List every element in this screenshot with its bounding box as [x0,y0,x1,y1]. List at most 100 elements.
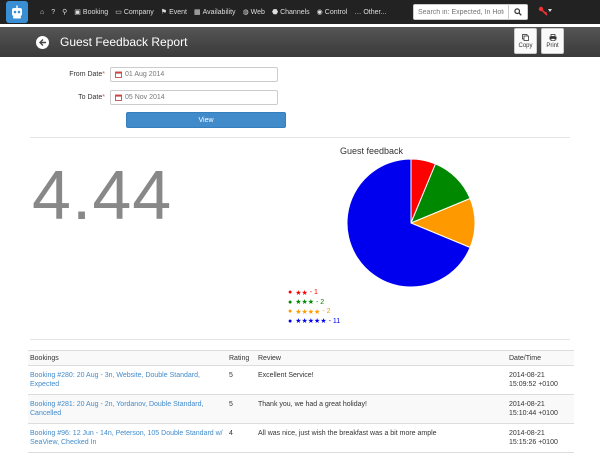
nav-item-control[interactable]: ◉ Control [317,8,348,17]
nav-item-other[interactable]: … Other... [354,9,386,16]
table-row: Booking #280: 20 Aug - 3n, Website, Doub… [28,365,574,395]
table-row: Booking #96: 12 Jun - 14n, Peterson, 105… [28,423,574,453]
view-button[interactable]: View [126,112,286,128]
legend-label: ★★★ [295,299,315,307]
home-icon: ⌂ [40,8,45,16]
to-date-field[interactable]: 05 Nov 2014 [110,90,278,105]
nav-item-availability[interactable]: ▦ Availability [193,8,236,17]
page-title: Guest Feedback Report [60,35,188,49]
booking-link[interactable]: Booking #96: 12 Jun - 14n, Peterson, 105… [30,430,223,446]
search-box [413,4,528,20]
to-date-value: 05 Nov 2014 [125,94,165,101]
rating-cell: 5 [227,365,256,395]
time-text: 15:10:44 +0100 [509,410,558,418]
review-cell: Excellent Service! [256,365,507,395]
print-label: Print [546,42,559,49]
nav-item-booking[interactable]: ▣ Booking [74,8,109,17]
nav-item-label: Other... [363,8,387,16]
legend-item: ● ★★★ - 2 [288,298,340,308]
folder-icon: ▭ [115,9,122,16]
legend-bullet-icon: ● [288,298,293,306]
time-text: 15:09:52 +0100 [509,381,558,389]
help-icon: ? [51,8,56,16]
nav-item-event[interactable]: ⚑ Event [161,8,187,17]
from-date-field[interactable]: 01 Aug 2014 [110,67,278,82]
legend-count: 1 [314,289,318,297]
legend-bullet-icon: ● [288,308,293,316]
booking-cell: Booking #96: 12 Jun - 14n, Peterson, 105… [28,423,227,453]
print-icon [549,33,556,41]
legend-label: ★★★★ [295,308,321,316]
average-rating: 4.44 [32,156,173,234]
back-button[interactable] [36,35,49,49]
date-text: 2014-08-21 [509,401,545,408]
nav-item-label: Web [250,8,265,16]
divider [30,339,570,340]
legend-item: ● ★★★★ - 2 [288,307,340,317]
nav-item-zoom[interactable]: ⚲ [62,8,67,16]
nav-item-help[interactable]: ? [51,9,55,16]
ellipsis-icon: … [354,8,362,16]
legend-item: ● ★★★★★ - 11 [288,317,340,327]
user-menu-caret-icon[interactable] [548,9,552,12]
legend-bullet-icon: ● [288,289,293,297]
nav-menu: ⌂? ⚲ ▣ Booking ▭ Company ⚑ Event ▦ Availability ◍ W… [40,0,393,24]
nav-item-label: Company [123,8,154,16]
globe-icon: ◍ [242,9,249,16]
to-date-row: To Date* 05 Nov 2014 [0,90,278,105]
nav-item-company[interactable]: ▭ Company [115,8,154,17]
robot-logo-icon [12,5,22,19]
app-logo[interactable] [6,1,28,23]
review-cell: All was nice, just wish the breakfast wa… [256,423,507,453]
copy-button[interactable]: Copy [514,28,537,54]
from-date-row: From Date* 01 Aug 2014 [0,67,278,82]
divider [30,137,570,138]
column-header-bookings[interactable]: Bookings [28,350,227,366]
from-date-value: 01 Aug 2014 [125,71,165,78]
date-text: 2014-08-21 [509,372,545,379]
share-icon: ⬣ [271,9,279,16]
page-header: Guest Feedback Report Copy Print [0,27,600,57]
datetime-cell: 2014-08-21 15:15:26 +0100 [507,423,574,453]
rating-cell: 4 [227,423,256,453]
rating-cell: 5 [227,394,256,424]
booking-link[interactable]: Booking #280: 20 Aug - 3n, Website, Doub… [30,372,200,388]
nav-item-label: Control [324,8,348,16]
datetime-cell: 2014-08-21 15:09:52 +0100 [507,365,574,395]
copy-icon [522,33,529,41]
datetime-cell: 2014-08-21 15:10:44 +0100 [507,394,574,424]
legend-count: 2 [326,308,331,316]
calendar-icon [115,94,122,101]
table-header-row: Bookings Rating Review Date/Time [28,350,574,366]
print-button[interactable]: Print [541,28,564,54]
from-date-label: From Date* [69,71,105,78]
nav-item-home[interactable]: ⌂ [40,9,44,16]
key-icon[interactable] [538,6,548,16]
search-button[interactable] [509,4,528,20]
to-date-label: To Date* [78,94,105,101]
legend-count: 2 [320,298,325,306]
chart-legend: ● ★★ - 1 ● ★★★ - 2 ● ★★★★ - 2 ● ★★★★★ - 11 [288,288,340,326]
column-header-datetime[interactable]: Date/Time [507,350,574,366]
chart-title: Guest feedback [340,146,404,156]
legend-bullet-icon: ● [288,317,293,325]
search-icon [514,8,522,16]
feedback-pie-chart [346,158,476,288]
calendar-icon [115,71,122,78]
legend-count: 11 [332,317,341,325]
nav-item-label: Booking [82,8,109,16]
nav-item-web[interactable]: ◍ Web [242,8,265,17]
column-header-rating[interactable]: Rating [227,350,256,366]
feedback-table: Bookings Rating Review Date/Time Booking… [28,350,574,453]
legend-item: ● ★★ - 1 [288,288,340,298]
booking-link[interactable]: Booking #281: 20 Aug - 2n, Yordanov, Dou… [30,401,203,417]
table-row: Booking #281: 20 Aug - 2n, Yordanov, Dou… [28,394,574,424]
search-input[interactable] [413,4,509,20]
review-cell: Thank you, we had a great holiday! [256,394,507,424]
booking-cell: Booking #281: 20 Aug - 2n, Yordanov, Dou… [28,394,227,424]
arrow-left-icon [39,38,46,46]
calendar-icon: ▦ [193,9,201,16]
legend-label: ★★★★★ [295,318,327,326]
nav-item-channels[interactable]: ⬣ Channels [271,8,310,17]
column-header-review[interactable]: Review [256,350,507,366]
